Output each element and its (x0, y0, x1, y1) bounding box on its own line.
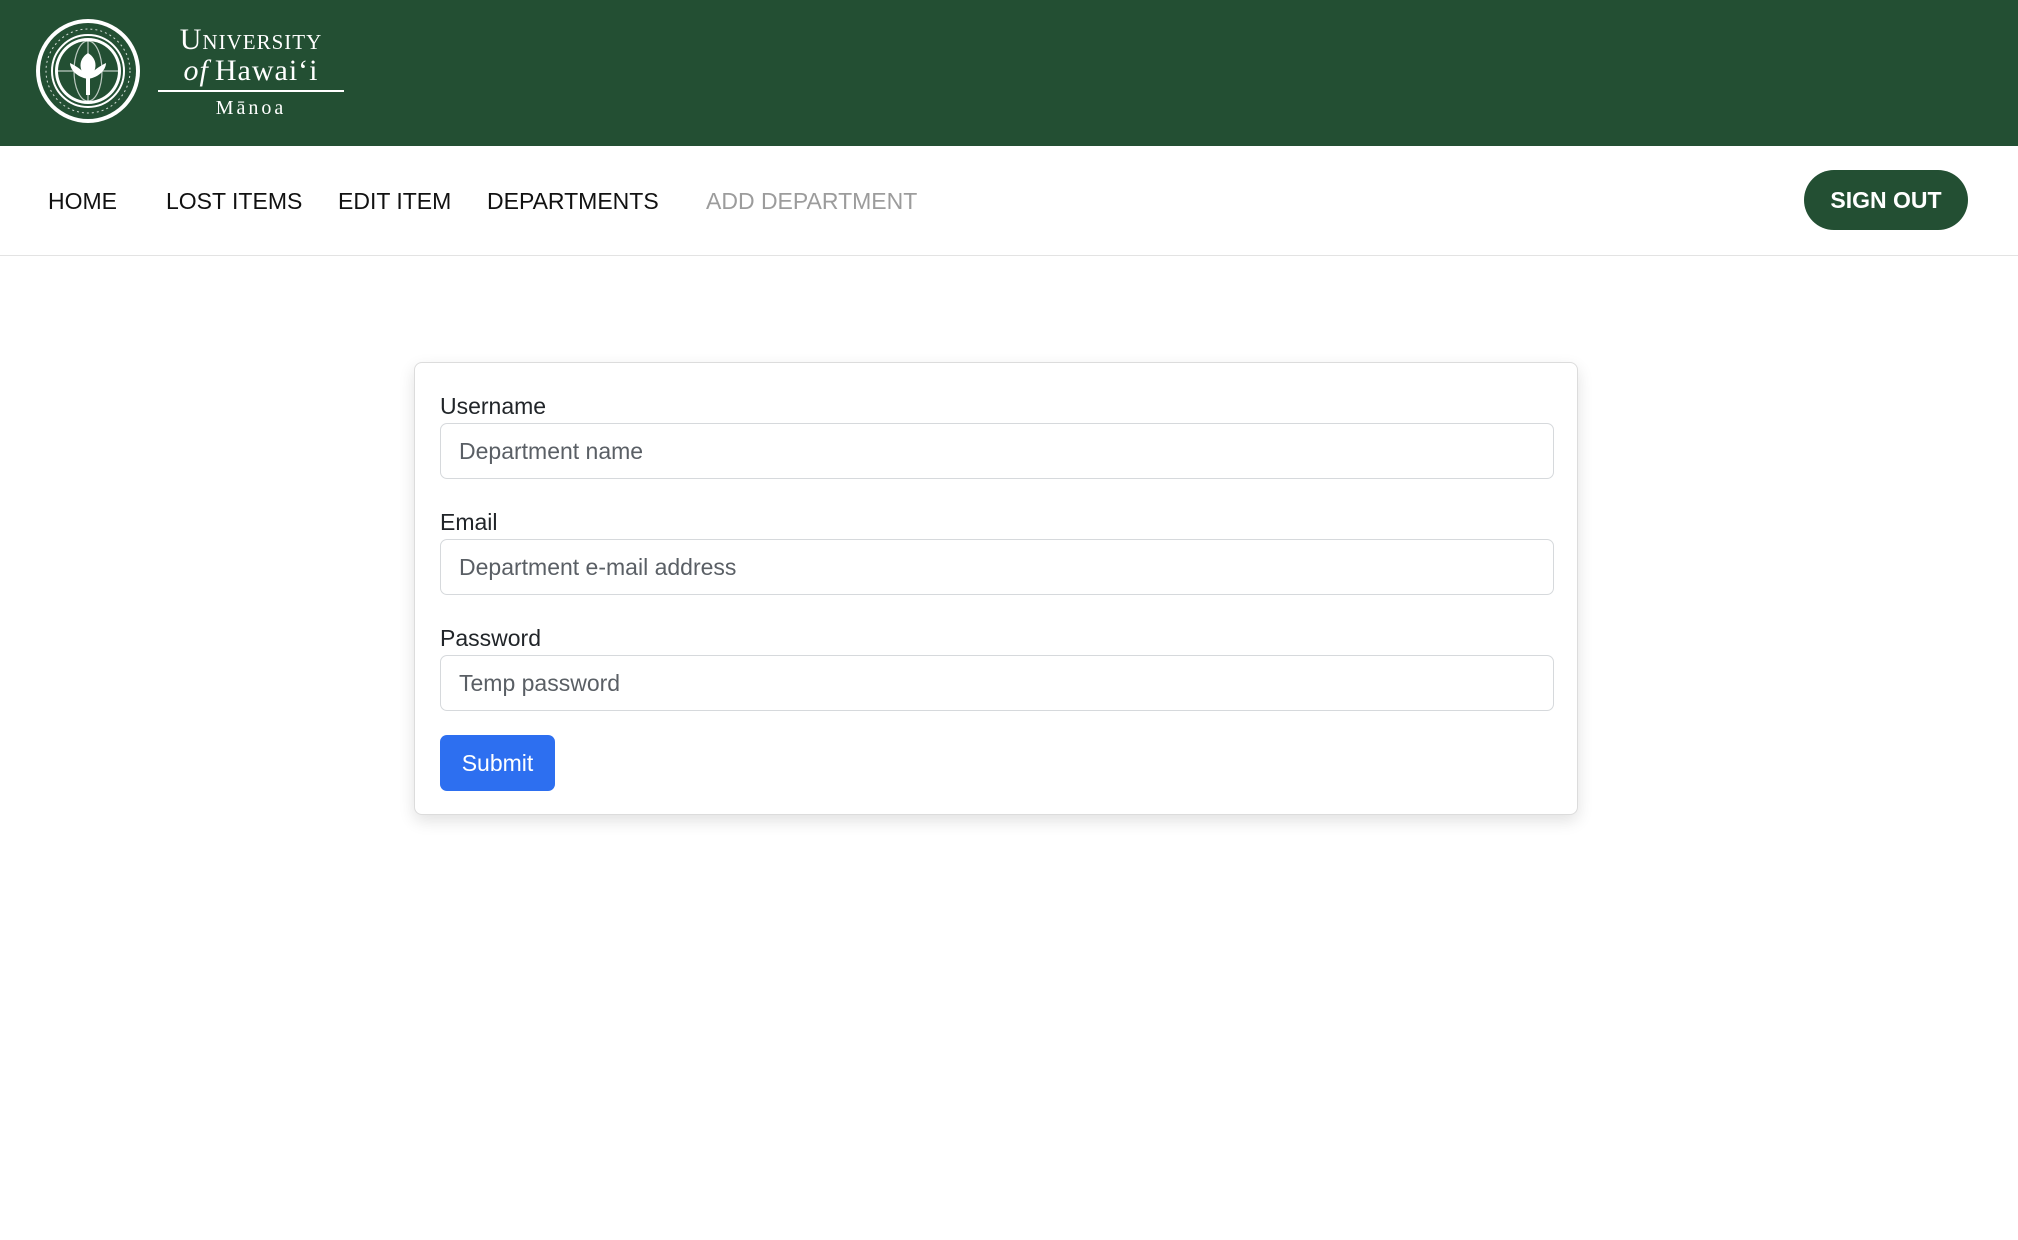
university-wordmark: University of Hawaiʻi Mānoa (158, 22, 344, 119)
email-input[interactable] (440, 539, 1554, 595)
nav-lost-items[interactable]: LOST ITEMS (166, 146, 302, 256)
nav-departments[interactable]: DEPARTMENTS (487, 146, 659, 256)
university-logo[interactable]: University of Hawaiʻi Mānoa (34, 16, 354, 126)
password-label: Password (440, 625, 541, 651)
wordmark-hawaii-text: Hawaiʻi (214, 53, 319, 87)
top-banner: University of Hawaiʻi Mānoa (0, 0, 2018, 146)
nav-home[interactable]: HOME (48, 146, 117, 256)
sign-out-button[interactable]: SIGN OUT (1804, 170, 1968, 230)
main-navbar: HOME LOST ITEMS EDIT ITEM DEPARTMENTS AD… (0, 146, 2018, 256)
password-input[interactable] (440, 655, 1554, 711)
wordmark-university: University (179, 22, 323, 56)
wordmark-manoa: Mānoa (215, 96, 287, 119)
nav-add-department[interactable]: ADD DEPARTMENT (706, 146, 917, 256)
submit-button[interactable]: Submit (440, 735, 555, 791)
username-input[interactable] (440, 423, 1554, 479)
university-seal-icon (36, 19, 140, 123)
wordmark-divider (158, 89, 344, 92)
username-label: Username (440, 393, 547, 419)
wordmark-of: of (183, 53, 209, 87)
nav-edit-item[interactable]: EDIT ITEM (338, 146, 451, 256)
email-label: Email (440, 509, 498, 535)
wordmark-hawaii: of Hawaiʻi (158, 53, 344, 87)
add-department-form: Username Email Password Submit (414, 362, 1578, 815)
